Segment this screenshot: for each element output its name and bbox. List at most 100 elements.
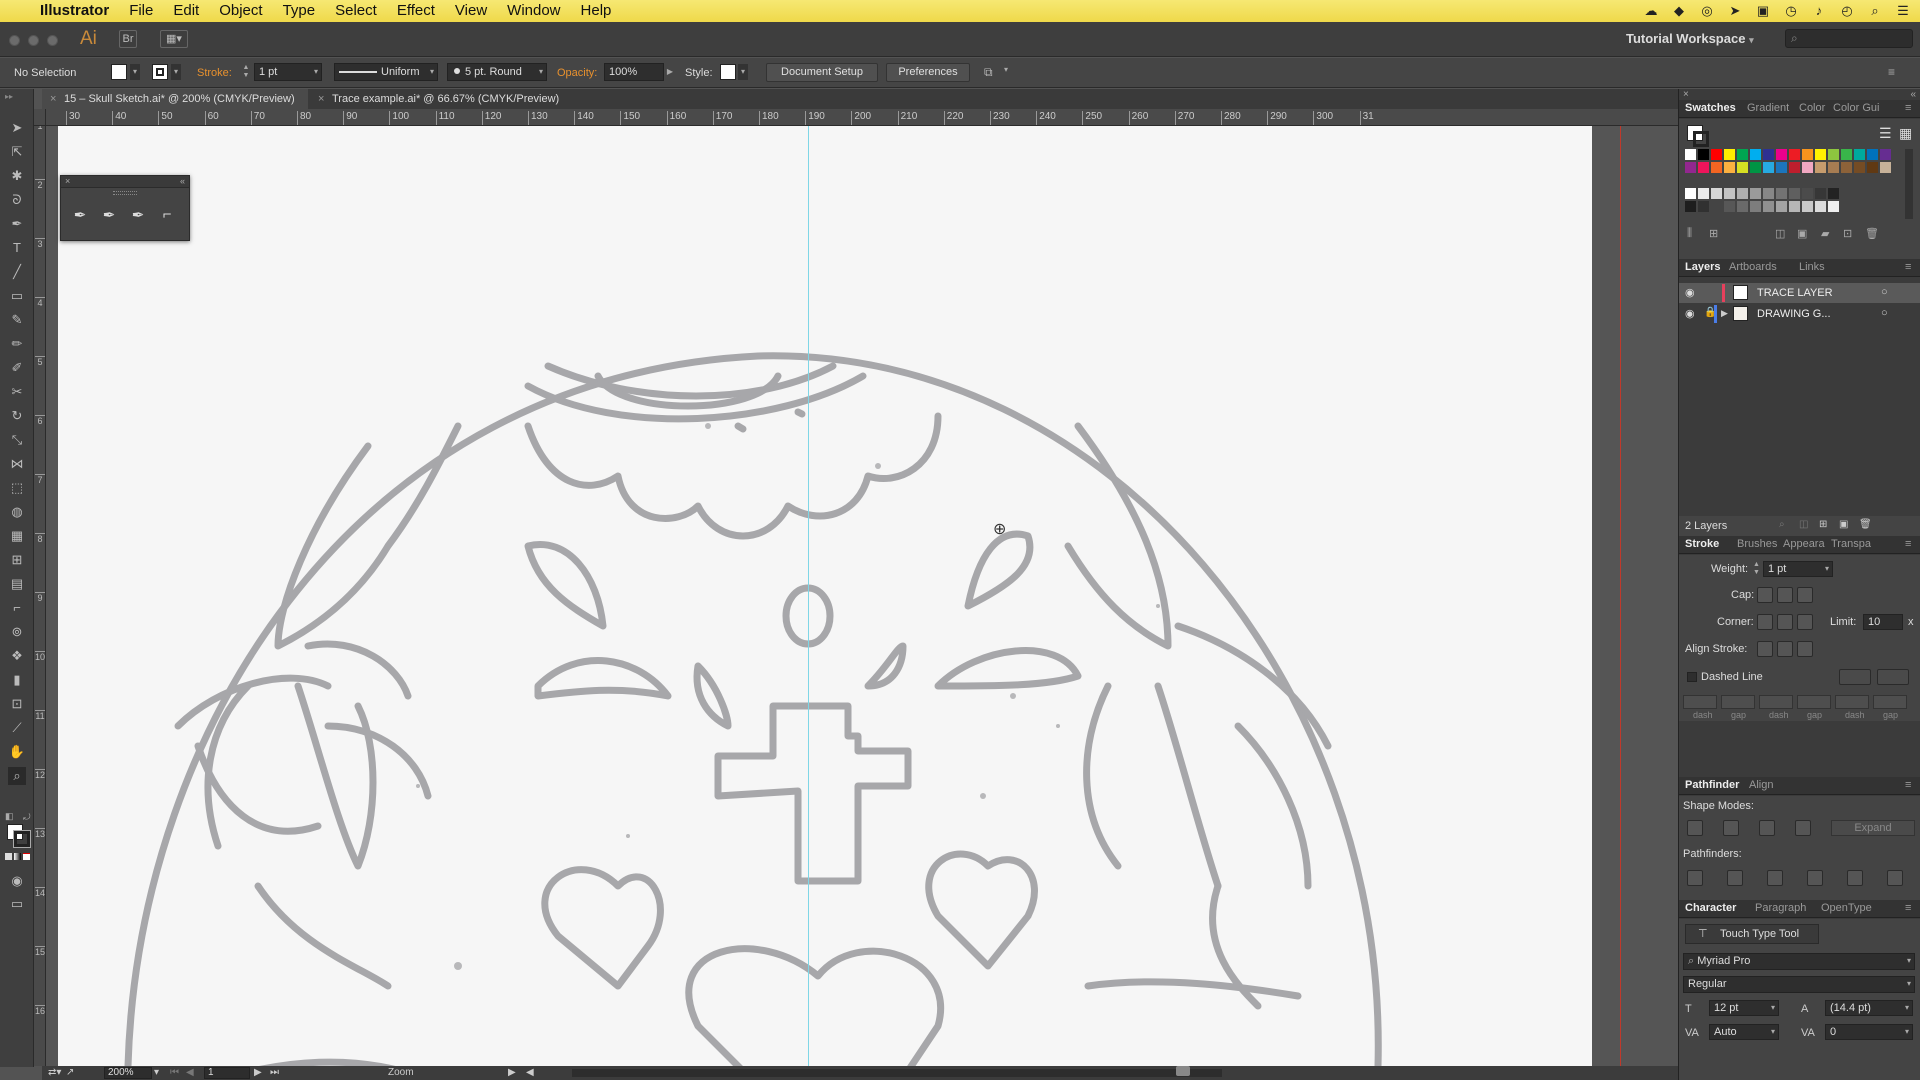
preserve-dash-icon[interactable] bbox=[1839, 669, 1871, 685]
panel-menu-icon[interactable]: ≡ bbox=[1905, 261, 1911, 273]
font-size-field[interactable]: 12 pt ▾ bbox=[1709, 1000, 1779, 1016]
vertical-ruler[interactable]: 1 2 3 4 5 6 7 8 9 10 11 12 13 14 15 16 bbox=[34, 126, 46, 1066]
dock-collapse-icon[interactable]: « bbox=[1910, 89, 1916, 100]
add-anchor-point-tool-icon[interactable]: ✒ bbox=[98, 206, 120, 226]
color-swatch[interactable] bbox=[1880, 149, 1891, 160]
vertical-guide[interactable] bbox=[808, 126, 809, 1066]
zoom-level-field[interactable]: 200% bbox=[104, 1067, 152, 1079]
spotlight-search-icon[interactable]: ⌕ bbox=[1866, 3, 1884, 19]
tab-stroke[interactable]: Stroke bbox=[1685, 538, 1719, 550]
color-swatch[interactable] bbox=[1711, 201, 1722, 212]
layer-name[interactable]: DRAWING G... bbox=[1757, 308, 1831, 320]
notification-list-icon[interactable]: ☰ bbox=[1894, 3, 1912, 19]
color-swatch[interactable] bbox=[1737, 201, 1748, 212]
color-swatch[interactable] bbox=[1750, 188, 1761, 199]
zoom-tool-icon[interactable]: ⌕ bbox=[8, 767, 26, 785]
eyedropper-tool-icon[interactable]: ⌐ bbox=[8, 599, 26, 617]
drawing-mode-icon[interactable]: ◉ bbox=[8, 872, 26, 890]
color-swatch[interactable] bbox=[1750, 162, 1761, 173]
color-swatch[interactable] bbox=[1711, 162, 1722, 173]
paintbrush-tool-icon[interactable]: ✎ bbox=[8, 311, 26, 329]
gap-field[interactable] bbox=[1721, 695, 1755, 709]
color-swatch[interactable] bbox=[1685, 201, 1696, 212]
minimize-window-button[interactable] bbox=[28, 35, 39, 46]
blend-tool-icon[interactable]: ⊚ bbox=[8, 623, 26, 641]
color-swatch[interactable] bbox=[1828, 149, 1839, 160]
gap-field[interactable] bbox=[1797, 695, 1831, 709]
color-swatch[interactable] bbox=[1763, 188, 1774, 199]
menu-select[interactable]: Select bbox=[325, 0, 387, 22]
color-swatch[interactable] bbox=[1776, 149, 1787, 160]
panel-menu-icon[interactable]: ≡ bbox=[1905, 102, 1911, 114]
menu-type[interactable]: Type bbox=[273, 0, 326, 22]
new-layer-icon[interactable]: ▣ bbox=[1839, 519, 1848, 530]
dash-field[interactable] bbox=[1759, 695, 1793, 709]
show-swatch-kinds-icon[interactable]: ⊞ bbox=[1709, 227, 1718, 240]
rotate-tool-icon[interactable]: ↻ bbox=[8, 407, 26, 425]
fill-swatch[interactable] bbox=[111, 64, 127, 80]
swatch-libraries-icon[interactable]: ⫼ bbox=[1687, 227, 1692, 240]
close-tab-icon[interactable]: × bbox=[50, 89, 56, 109]
volume-icon[interactable]: ♪ bbox=[1810, 3, 1828, 19]
swatch-options-icon[interactable]: ◫ bbox=[1775, 227, 1785, 240]
previous-artboard-icon[interactable]: ◀ bbox=[186, 1066, 194, 1080]
menu-effect[interactable]: Effect bbox=[387, 0, 445, 22]
color-mode-icon[interactable] bbox=[5, 853, 12, 860]
color-swatch[interactable] bbox=[1763, 201, 1774, 212]
document-setup-button[interactable]: Document Setup bbox=[766, 63, 878, 82]
tab-character[interactable]: Character bbox=[1685, 902, 1736, 914]
color-swatch[interactable] bbox=[1867, 149, 1878, 160]
hand-tool-icon[interactable]: ✋ bbox=[8, 743, 26, 761]
stroke-color-dropdown[interactable]: ▾ bbox=[171, 64, 181, 80]
visibility-eye-icon[interactable]: ◉ bbox=[1685, 307, 1695, 320]
target-circle-icon[interactable]: ○ bbox=[1881, 307, 1888, 319]
stroke-swatch[interactable] bbox=[152, 64, 168, 80]
font-family-select[interactable]: ⌕ Myriad Pro ▾ bbox=[1683, 953, 1915, 970]
tab-artboards[interactable]: Artboards bbox=[1729, 261, 1777, 273]
scissors-tool-icon[interactable]: ✂ bbox=[8, 383, 26, 401]
stroke-proxy-icon[interactable] bbox=[1693, 131, 1709, 147]
color-swatch[interactable] bbox=[1841, 162, 1852, 173]
zoom-window-button[interactable] bbox=[47, 35, 58, 46]
opacity-slider-arrow[interactable]: ▶ bbox=[665, 64, 675, 80]
blob-brush-tool-icon[interactable]: ✐ bbox=[8, 359, 26, 377]
rectangle-tool-icon[interactable]: ▭ bbox=[8, 287, 26, 305]
minus-back-icon[interactable] bbox=[1887, 870, 1903, 886]
swatch-scrollbar[interactable] bbox=[1905, 149, 1913, 219]
color-swatch[interactable] bbox=[1763, 149, 1774, 160]
panel-menu-icon[interactable]: ≡ bbox=[1905, 779, 1911, 791]
color-swatch[interactable] bbox=[1698, 149, 1709, 160]
help-search-input[interactable]: ⌕ bbox=[1785, 29, 1913, 48]
locate-object-icon[interactable]: ⌕ bbox=[1779, 519, 1785, 530]
tab-transparency[interactable]: Transpa bbox=[1831, 538, 1871, 550]
color-swatch[interactable] bbox=[1724, 149, 1735, 160]
align-center-icon[interactable] bbox=[1757, 641, 1773, 657]
clipping-mask-icon[interactable]: ◫ bbox=[1799, 519, 1808, 530]
slice-tool-icon[interactable]: ⟋ bbox=[8, 719, 26, 737]
canvas-area[interactable]: ⊕ bbox=[46, 126, 1678, 1066]
new-color-group-icon[interactable]: ▰ bbox=[1821, 227, 1829, 240]
stroke-stepper[interactable]: ▲ ▼ bbox=[241, 64, 251, 80]
color-swatch[interactable] bbox=[1815, 149, 1826, 160]
new-sublayer-icon[interactable]: ⊞ bbox=[1819, 519, 1827, 530]
dock-close-icon[interactable]: × bbox=[1683, 89, 1689, 100]
dash-field[interactable] bbox=[1683, 695, 1717, 709]
perspective-grid-tool-icon[interactable]: ▦ bbox=[8, 527, 26, 545]
dash-field[interactable] bbox=[1835, 695, 1869, 709]
outline-icon[interactable] bbox=[1847, 870, 1863, 886]
color-swatch[interactable] bbox=[1724, 162, 1735, 173]
visibility-eye-icon[interactable]: ◉ bbox=[1685, 286, 1695, 299]
pen-tool-icon[interactable]: ✒ bbox=[69, 206, 91, 226]
delete-layer-icon[interactable]: 🗑 bbox=[1859, 519, 1872, 530]
direct-selection-tool-icon[interactable]: ⇱ bbox=[8, 143, 26, 161]
opacity-field[interactable]: 100% bbox=[604, 63, 664, 81]
scale-tool-icon[interactable]: ⤡ bbox=[8, 431, 26, 449]
color-swatch[interactable] bbox=[1724, 201, 1735, 212]
color-swatch[interactable] bbox=[1802, 188, 1813, 199]
menu-app-illustrator[interactable]: Illustrator bbox=[30, 0, 119, 22]
control-panel-menu-icon[interactable]: ≡ bbox=[1888, 65, 1904, 81]
control-options-dropdown[interactable]: ▾ bbox=[1004, 65, 1014, 81]
round-cap-icon[interactable] bbox=[1777, 587, 1793, 603]
color-swatch[interactable] bbox=[1789, 162, 1800, 173]
pencil-tool-icon[interactable]: ✏ bbox=[8, 335, 26, 353]
